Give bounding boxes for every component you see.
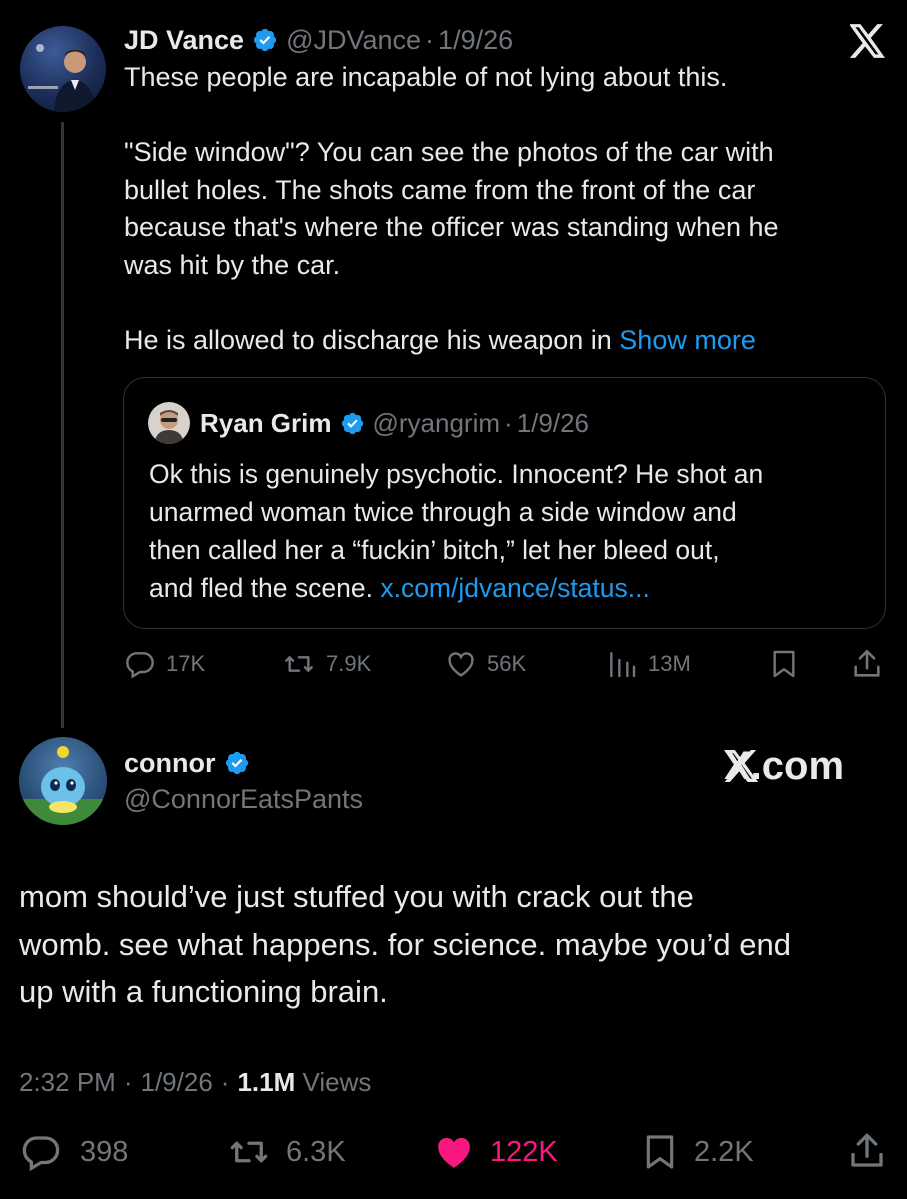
quote-date[interactable]: 1/9/26 xyxy=(517,408,589,439)
tweet-line: bullet holes. The shots came from the fr… xyxy=(124,174,756,205)
dot-separator: · xyxy=(425,24,435,55)
quote-line: Ok this is genuinely psychotic. Innocent… xyxy=(149,459,764,489)
heart-icon xyxy=(432,1131,476,1173)
tweet-meta: 2:32 PM · 1/9/26 · 1.1M Views xyxy=(19,1064,371,1100)
reply-button[interactable]: 17K xyxy=(124,648,205,680)
tweet-line: was hit by the car. xyxy=(124,249,341,280)
views-icon xyxy=(606,648,638,680)
reply-button[interactable]: 398 xyxy=(20,1131,128,1173)
repost-icon xyxy=(282,648,316,680)
quote-author-name[interactable]: Ryan Grim xyxy=(200,408,332,439)
quote-line: and fled the scene. xyxy=(149,573,373,603)
author-name[interactable]: JD Vance xyxy=(124,25,244,56)
share-icon[interactable] xyxy=(850,647,884,681)
views-count: 13M xyxy=(648,651,691,676)
dot-separator: · xyxy=(123,1067,133,1097)
verified-badge-icon xyxy=(224,750,250,776)
like-count: 56K xyxy=(487,651,527,676)
bookmark-button[interactable]: 2.2K xyxy=(640,1131,754,1173)
quote-status-link[interactable]: x.com/jdvance/status... xyxy=(380,573,650,603)
show-more-link[interactable]: Show more xyxy=(619,325,756,355)
repost-button[interactable]: 6.3K xyxy=(226,1131,346,1173)
tweet-line xyxy=(124,97,884,135)
repost-count: 6.3K xyxy=(286,1135,346,1168)
tweet-line: up with a functioning brain. xyxy=(19,974,388,1009)
connor-avatar[interactable] xyxy=(19,737,107,825)
quote-line: then called her a “fuckin’ bitch,” let h… xyxy=(149,535,720,565)
like-count: 122K xyxy=(490,1135,558,1168)
reply-icon xyxy=(124,648,156,680)
heart-icon xyxy=(445,648,477,680)
like-button[interactable]: 122K xyxy=(432,1131,558,1173)
bookmark-icon[interactable] xyxy=(768,648,800,680)
tweet-date[interactable]: 1/9/26 xyxy=(438,25,513,56)
reply-tweet-text: mom should’ve just stuffed you with crac… xyxy=(19,873,889,1016)
x-logo-icon[interactable] xyxy=(850,24,886,58)
quote-last-line: and fled the scene. x.com/jdvance/status… xyxy=(149,569,869,607)
quote-line: unarmed woman twice through a side windo… xyxy=(149,497,737,527)
tweet-line: because that's where the officer was sta… xyxy=(124,212,779,242)
jdvance-avatar[interactable] xyxy=(20,26,106,112)
repost-button[interactable]: 7.9K xyxy=(282,648,371,680)
verified-badge-icon xyxy=(340,411,365,436)
parent-tweet-text: These people are incapable of not lying … xyxy=(124,59,884,359)
views-count: 1.1M xyxy=(237,1067,296,1097)
verified-badge-icon xyxy=(252,27,278,53)
tweet-line: womb. see what happens. for science. may… xyxy=(19,926,792,962)
dot-separator: · xyxy=(504,407,513,438)
reply-icon xyxy=(20,1131,62,1173)
author-handle[interactable]: @JDVance xyxy=(286,25,421,56)
reply-count: 17K xyxy=(166,651,206,676)
tweet-date[interactable]: 1/9/26 xyxy=(141,1064,213,1100)
views-summary: 1.1M Views xyxy=(237,1064,371,1100)
tweet-line: He is allowed to discharge his weapon in xyxy=(124,324,612,355)
like-button[interactable]: 56K xyxy=(445,648,526,680)
x-com-watermark: X.com xyxy=(724,738,844,794)
reply-header: connor xyxy=(124,745,250,781)
dot-separator: · xyxy=(220,1067,230,1097)
tweet-line: mom should’ve just stuffed you with crac… xyxy=(19,879,694,914)
bookmark-icon xyxy=(640,1131,680,1173)
tweet-time[interactable]: 2:32 PM xyxy=(19,1064,116,1100)
watermark-text: X.com xyxy=(724,743,845,788)
thread-line xyxy=(61,122,64,728)
views-label: Views xyxy=(302,1067,372,1097)
parent-header: JD Vance @JDVance · 1/9/26 xyxy=(124,22,513,58)
tweet-line: "Side window"? You can see the photos of… xyxy=(124,137,774,167)
quote-header: Ryan Grim @ryangrim · 1/9/26 xyxy=(200,406,589,440)
ryangrim-avatar[interactable] xyxy=(148,402,190,444)
tweet-line: These people are incapable of not lying … xyxy=(124,62,728,92)
reply-count: 398 xyxy=(80,1135,129,1168)
share-icon[interactable] xyxy=(846,1130,888,1172)
author-name[interactable]: connor xyxy=(124,748,216,779)
tweet-line xyxy=(124,284,884,322)
tweet-last-line: He is allowed to discharge his weapon in… xyxy=(124,322,884,360)
views-button[interactable]: 13M xyxy=(606,648,691,680)
bookmark-count: 2.2K xyxy=(694,1135,754,1168)
author-handle[interactable]: @ConnorEatsPants xyxy=(124,781,363,817)
repost-icon xyxy=(226,1131,272,1173)
repost-count: 7.9K xyxy=(326,651,372,676)
quote-author-handle[interactable]: @ryangrim xyxy=(373,408,501,439)
quote-tweet-text: Ok this is genuinely psychotic. Innocent… xyxy=(149,455,869,607)
